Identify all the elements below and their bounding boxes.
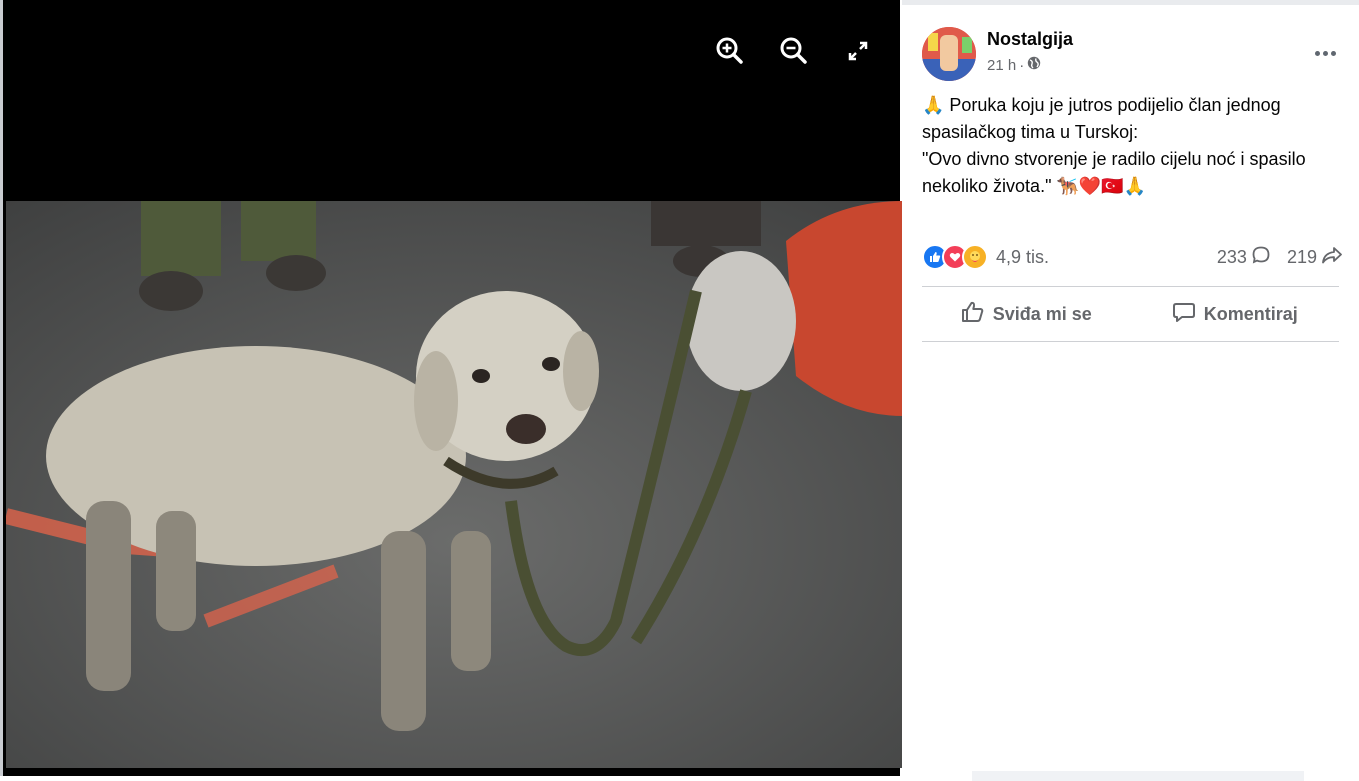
post-stats: 4,9 tis. 233 219 — [922, 243, 1343, 271]
post-panel: Nostalgija 21 h · 🙏 Poruka koju je jutro… — [902, 0, 1359, 781]
avatar[interactable] — [922, 27, 976, 81]
post-meta: 21 h · — [987, 56, 1073, 74]
meta-separator: · — [1019, 56, 1025, 74]
reactions-summary[interactable]: 4,9 tis. — [922, 244, 1049, 270]
comment-button-label: Komentiraj — [1203, 303, 1298, 324]
like-button[interactable]: Sviđa mi se — [922, 292, 1131, 336]
divider — [922, 286, 1339, 287]
post-text-line: 🙏 Poruka koju je jutros podijelio član j… — [922, 95, 1281, 142]
fullscreen-icon[interactable] — [841, 34, 875, 68]
zoom-in-icon[interactable] — [713, 34, 747, 68]
shares-count: 219 — [1286, 246, 1317, 267]
care-reaction-icon — [962, 244, 988, 270]
globe-icon[interactable] — [1027, 56, 1041, 74]
comment-box-strip — [972, 771, 1304, 781]
post-text-line: "Ovo divno stvorenje je radilo cijelu no… — [922, 149, 1306, 196]
comment-button[interactable]: Komentiraj — [1131, 292, 1340, 336]
post-text: 🙏 Poruka koju je jutros podijelio član j… — [922, 92, 1342, 200]
more-options-button[interactable] — [1307, 39, 1343, 67]
viewer-toolbar — [713, 34, 875, 68]
post-time[interactable]: 21 h — [987, 57, 1016, 74]
reaction-count: 4,9 tis. — [996, 246, 1050, 267]
zoom-out-icon[interactable] — [777, 34, 811, 68]
comment-icon — [1251, 245, 1271, 270]
comment-icon — [1172, 301, 1196, 328]
author-name[interactable]: Nostalgija — [987, 29, 1073, 50]
photo-viewer — [0, 0, 903, 776]
more-dot-icon — [1330, 50, 1336, 56]
more-dot-icon — [1314, 50, 1320, 56]
comments-count-button[interactable]: 233 — [1217, 245, 1271, 270]
post-header: Nostalgija 21 h · — [922, 27, 1073, 81]
post-photo — [6, 201, 903, 768]
like-icon — [961, 301, 985, 328]
more-dot-icon — [1322, 50, 1328, 56]
like-button-label: Sviđa mi se — [992, 303, 1092, 324]
shares-count-button[interactable]: 219 — [1287, 245, 1343, 270]
divider — [922, 341, 1339, 342]
share-icon — [1321, 245, 1343, 270]
post-actions: Sviđa mi se Komentiraj — [922, 292, 1339, 336]
comments-count: 233 — [1216, 246, 1247, 267]
